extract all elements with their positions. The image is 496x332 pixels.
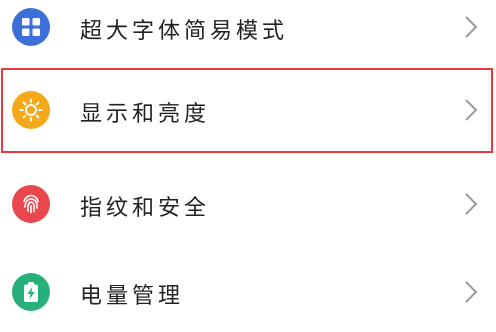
chevron-right-icon [465, 193, 478, 215]
settings-item-large-font-mode[interactable]: 超大字体简易模式 [0, 0, 496, 63]
settings-item-label: 显示和亮度 [80, 102, 211, 127]
chevron-right-icon [465, 16, 478, 38]
sun-icon [12, 91, 50, 129]
settings-item-display-brightness[interactable]: 显示和亮度 [0, 74, 496, 146]
grid-icon [12, 8, 50, 46]
settings-item-battery-management[interactable]: 电量管理 [0, 256, 496, 328]
settings-item-label: 超大字体简易模式 [80, 19, 289, 44]
chevron-right-icon [465, 99, 478, 121]
chevron-right-icon [465, 281, 478, 303]
settings-item-label: 指纹和安全 [80, 196, 211, 221]
settings-list: 超大字体简易模式 显示和亮度 指纹和安全 电量管理 [0, 0, 496, 332]
settings-item-label: 电量管理 [80, 284, 185, 309]
battery-icon [12, 273, 50, 311]
settings-item-fingerprint-security[interactable]: 指纹和安全 [0, 168, 496, 240]
fingerprint-icon [12, 185, 50, 223]
